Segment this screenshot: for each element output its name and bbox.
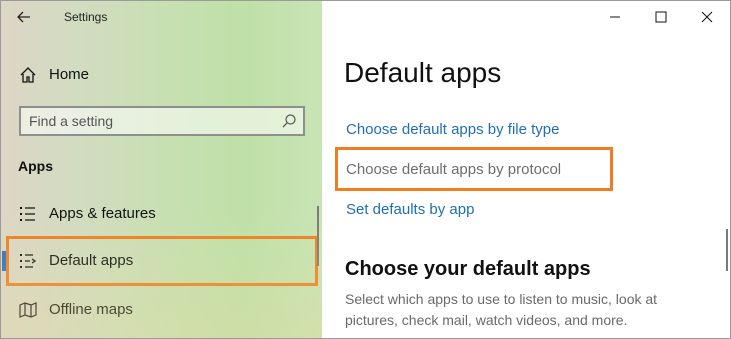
search-icon[interactable] [281,113,297,129]
maximize-button[interactable] [638,1,684,33]
section-heading: Choose your default apps [345,258,591,280]
main-scrollbar[interactable] [726,229,728,271]
set-defaults-by-app-link[interactable]: Set defaults by app [346,201,474,218]
app-title: Settings [64,10,108,24]
protocol-defaults-link[interactable]: Choose default apps by protocol [346,161,561,178]
section-title: Apps [18,158,53,174]
sidebar-item-offline-maps[interactable]: Offline maps [9,288,315,332]
sidebar-item-apps-features[interactable]: Apps & features [9,192,315,236]
close-icon [701,11,713,23]
page-title: Default apps [344,57,502,88]
sidebar-item-home[interactable]: Home [9,59,309,89]
settings-window: Settings Home Apps Apps & features [0,0,731,339]
minimize-button[interactable] [592,1,638,33]
titlebar-left: Settings [1,1,322,33]
sidebar-item-default-apps[interactable]: Default apps [6,236,318,286]
apps-features-icon [20,207,35,221]
sidebar-item-label: Default apps [49,252,134,269]
sidebar-item-label: Apps & features [49,205,156,222]
sidebar-scrollbar[interactable] [317,206,319,266]
back-arrow-icon [17,11,30,23]
window-controls [592,1,730,33]
back-button[interactable] [11,5,37,29]
file-type-defaults-link[interactable]: Choose default apps by file type [346,121,559,138]
search-box[interactable] [19,106,305,136]
search-input[interactable] [29,112,269,130]
home-icon [20,67,36,83]
minimize-icon [610,16,620,18]
selection-indicator [2,251,6,271]
section-description: Select which apps to use to listen to mu… [345,291,658,328]
sidebar-item-label: Home [49,66,90,83]
sidebar: Settings Home Apps Apps & features [1,1,322,338]
maximize-icon [655,11,667,23]
default-apps-icon [20,254,37,268]
close-button[interactable] [684,1,730,33]
sidebar-item-label: Offline maps [49,301,133,318]
offline-maps-icon [19,302,37,318]
main-pane: Default apps Choose default apps by file… [322,1,730,338]
